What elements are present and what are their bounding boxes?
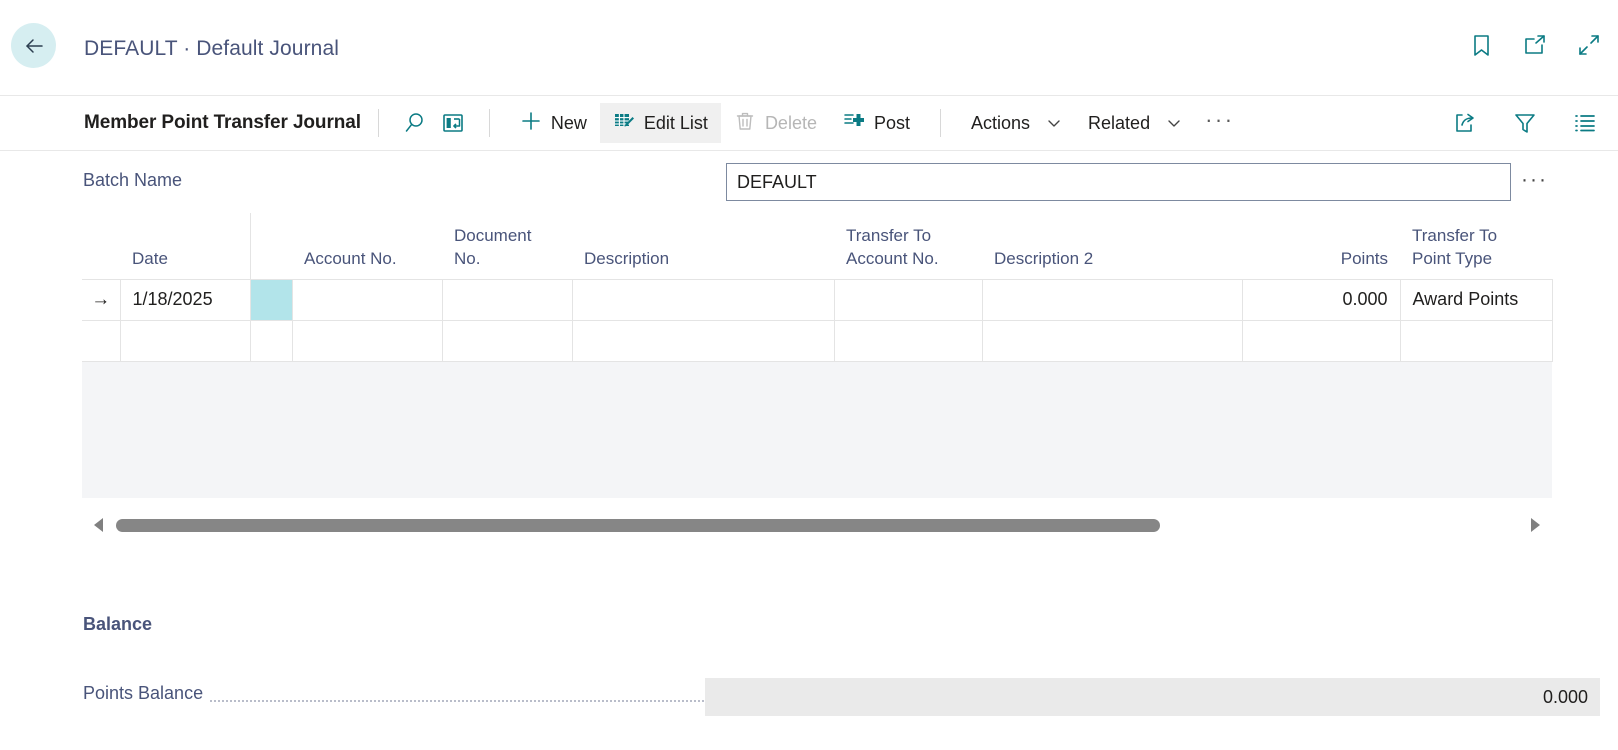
back-button[interactable] — [11, 23, 56, 68]
cell-points[interactable]: 0.000 — [1241, 278, 1401, 321]
scrollbar-thumb[interactable] — [116, 518, 1161, 532]
post-icon — [843, 110, 865, 137]
horizontal-scrollbar[interactable] — [82, 507, 1552, 543]
post-button[interactable]: Post — [830, 103, 923, 143]
current-row-arrow-icon: → — [91, 289, 111, 310]
cell-selected[interactable] — [249, 320, 293, 362]
edit-list-button[interactable]: Edit List — [599, 103, 721, 143]
cell-description[interactable] — [571, 278, 835, 321]
chevron-down-icon — [1046, 115, 1062, 131]
cell-selected[interactable] — [249, 278, 293, 321]
batch-name-input[interactable] — [726, 163, 1511, 201]
new-button-label: New — [550, 113, 587, 133]
table-body: → 1/18/2025 0.000 Award Points — [82, 278, 1553, 362]
cell-transfer-to-account-no[interactable] — [833, 278, 983, 321]
column-header-indicator — [82, 213, 120, 279]
journal-lines-grid: Date Account No. Document No. Descriptio… — [82, 213, 1553, 543]
toolbar-divider-3 — [940, 109, 941, 137]
title-bar: DEFAULT · Default Journal — [0, 0, 1618, 96]
journal-lines-table: Date Account No. Document No. Descriptio… — [82, 213, 1553, 362]
column-header-description[interactable]: Description — [572, 213, 834, 279]
toolbar-divider — [377, 109, 379, 137]
bookmark-icon[interactable] — [1468, 32, 1494, 58]
points-balance-value: 0.000 — [705, 678, 1600, 716]
column-header-description-2[interactable]: Description 2 — [982, 213, 1242, 279]
journal-title: Member Point Transfer Journal — [84, 112, 361, 133]
batch-name-row: Batch Name ··· — [0, 151, 1618, 213]
delete-button-label: Delete — [764, 113, 817, 133]
actions-menu-label: Actions — [971, 113, 1031, 133]
cell-transfer-to-point-type[interactable] — [1399, 320, 1553, 362]
cell-description[interactable] — [571, 320, 835, 362]
more-options-button[interactable]: ··· — [1195, 109, 1244, 131]
cell-date[interactable]: 1/18/2025 — [119, 278, 251, 321]
post-button-label: Post — [873, 113, 910, 133]
cell-points[interactable] — [1241, 320, 1401, 362]
cell-date[interactable] — [119, 320, 251, 362]
back-arrow-icon — [22, 34, 46, 58]
filter-icon[interactable] — [1506, 104, 1544, 142]
related-menu[interactable]: Related — [1075, 103, 1195, 143]
points-balance-row: Points Balance 0.000 — [83, 678, 1600, 716]
column-header-points[interactable]: Points — [1242, 213, 1400, 279]
column-header-date[interactable]: Date — [120, 213, 250, 279]
balance-section-heading: Balance — [83, 614, 153, 634]
scroll-right-arrow-icon[interactable] — [1518, 517, 1552, 533]
related-menu-label: Related — [1088, 113, 1151, 133]
column-header-selected-spacer — [249, 213, 292, 279]
command-bar-right-icons — [1446, 104, 1604, 142]
cell-transfer-to-account-no[interactable] — [833, 320, 983, 362]
cell-account-no[interactable] — [291, 278, 443, 321]
row-indicator — [82, 320, 121, 362]
points-balance-label: Points Balance — [83, 683, 210, 704]
table-row[interactable]: → 1/18/2025 0.000 Award Points — [82, 278, 1553, 321]
actions-menu[interactable]: Actions — [958, 103, 1075, 143]
column-header-account-no[interactable]: Account No. — [292, 213, 442, 279]
focus-mode-icon[interactable] — [434, 104, 472, 142]
cell-description-2[interactable] — [981, 278, 1243, 321]
search-icon[interactable] — [396, 104, 434, 142]
table-header: Date Account No. Document No. Descriptio… — [82, 213, 1552, 279]
cell-description-2[interactable] — [981, 320, 1243, 362]
table-header-row: Date Account No. Document No. Descriptio… — [82, 213, 1552, 279]
column-header-document-no[interactable]: Document No. — [442, 213, 572, 279]
scroll-left-arrow-icon[interactable] — [82, 517, 116, 533]
cell-account-no[interactable] — [291, 320, 443, 362]
open-in-new-window-icon[interactable] — [1522, 32, 1548, 58]
row-indicator: → — [82, 278, 121, 321]
edit-list-icon — [613, 110, 635, 137]
batch-name-label: Batch Name — [83, 170, 183, 190]
toolbar-divider-2 — [488, 109, 490, 137]
collapse-icon[interactable] — [1576, 32, 1602, 58]
scrollbar-track[interactable] — [116, 518, 1518, 532]
share-icon[interactable] — [1446, 104, 1484, 142]
cell-transfer-to-point-type[interactable]: Award Points — [1399, 278, 1553, 321]
cell-document-no[interactable] — [441, 278, 573, 321]
window-controls — [1468, 32, 1602, 58]
page-title: DEFAULT · Default Journal — [84, 37, 339, 60]
cell-document-no[interactable] — [441, 320, 573, 362]
new-button[interactable]: New — [507, 103, 600, 143]
plus-icon — [520, 110, 542, 137]
chevron-down-icon-2 — [1166, 115, 1182, 131]
edit-list-button-label: Edit List — [643, 113, 708, 133]
batch-name-lookup-button[interactable]: ··· — [1521, 169, 1548, 190]
trash-icon — [734, 110, 756, 137]
show-details-icon[interactable] — [1566, 104, 1604, 142]
command-bar: Member Point Transfer Journal New Edit L… — [0, 96, 1618, 151]
column-header-transfer-to-point-type[interactable]: Transfer To Point Type — [1400, 213, 1552, 279]
column-header-transfer-to-account-no[interactable]: Transfer To Account No. — [834, 213, 982, 279]
delete-button[interactable]: Delete — [721, 103, 830, 143]
table-row[interactable] — [82, 320, 1553, 362]
